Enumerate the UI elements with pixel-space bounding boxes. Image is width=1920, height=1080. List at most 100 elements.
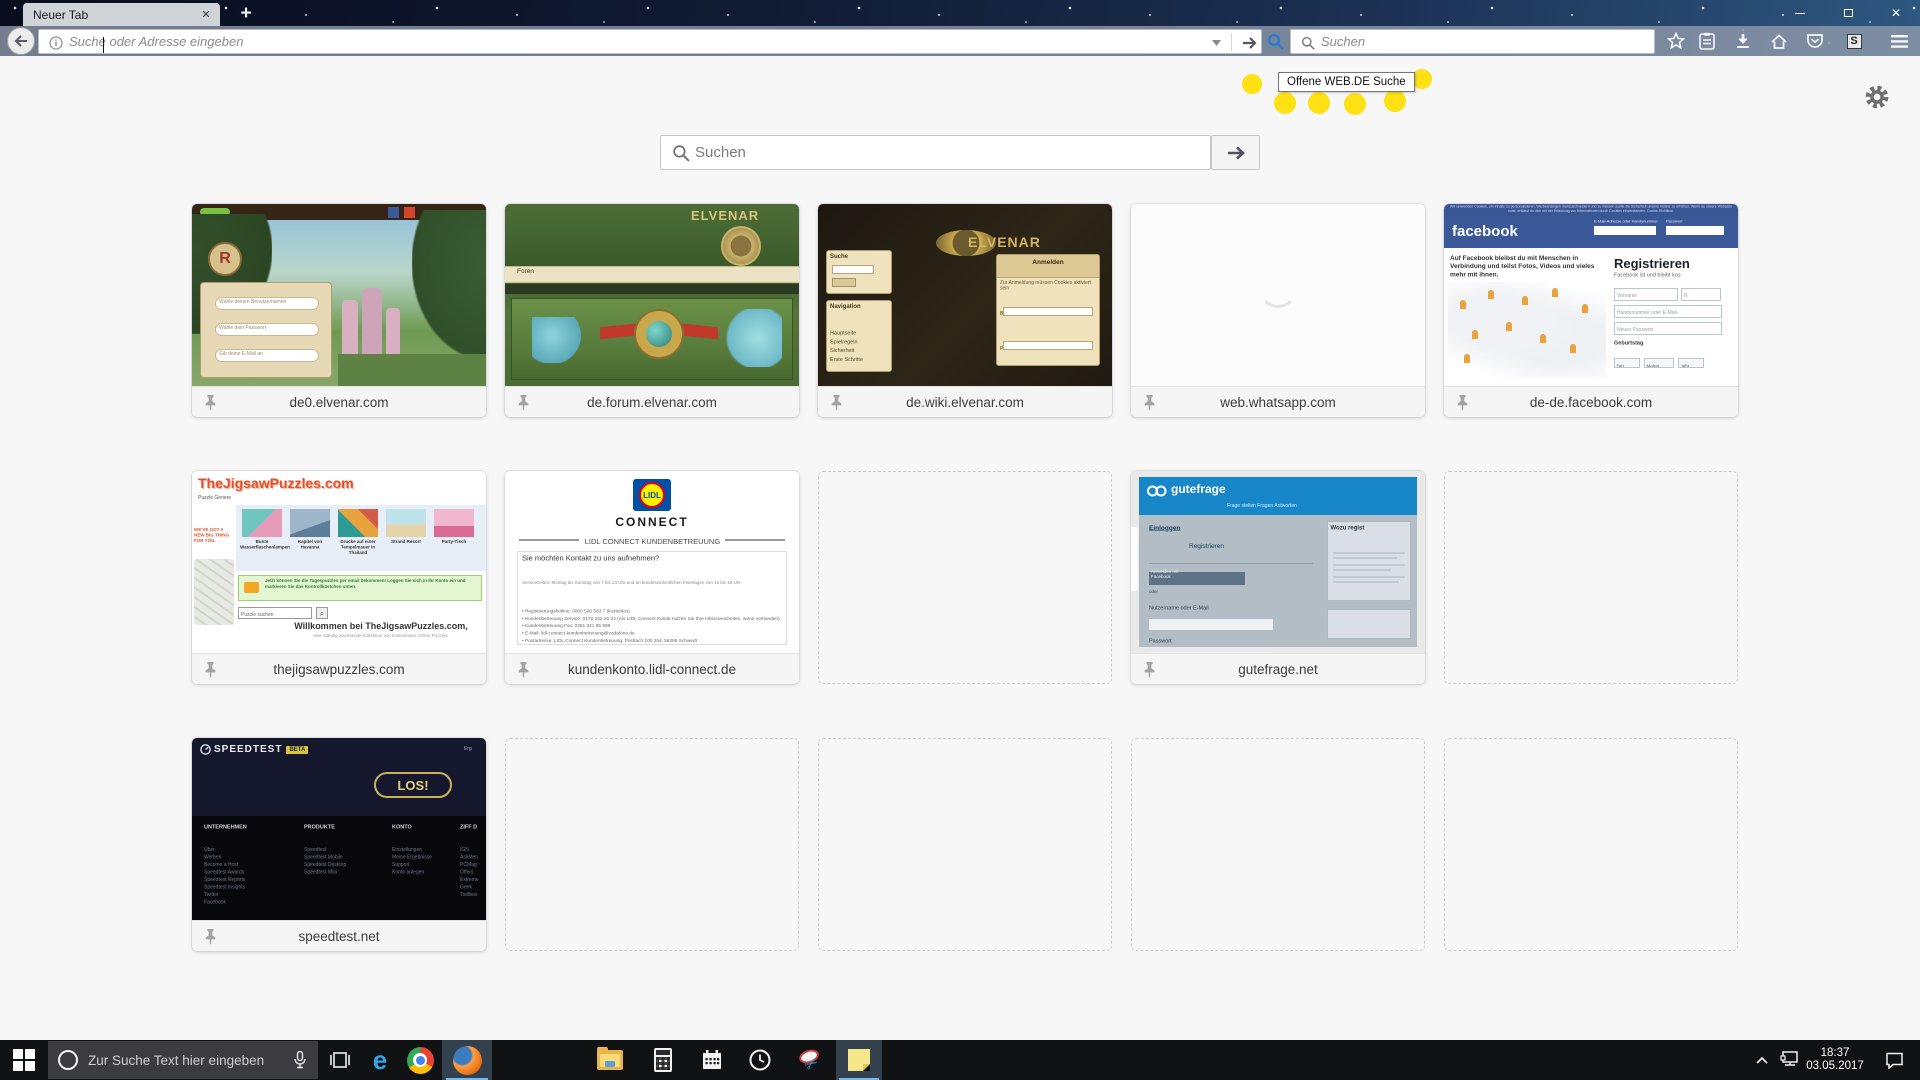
url-input[interactable] bbox=[69, 30, 1199, 53]
thumb-fb-logo: facebook bbox=[1452, 223, 1518, 240]
tile-label-bar: de.forum.elvenar.com bbox=[505, 386, 799, 417]
newtab-search-box[interactable] bbox=[660, 135, 1211, 170]
map-person bbox=[1506, 322, 1512, 331]
newtab-search-input[interactable] bbox=[695, 136, 1195, 169]
snipping-tool-taskbar-icon[interactable]: ✂ bbox=[788, 1040, 832, 1080]
top-sites-grid: R Wähle deinen Benutzernamen Wähle dein … bbox=[192, 204, 1738, 951]
new-tab-button[interactable]: + bbox=[234, 3, 258, 25]
topsite-tile-elvenar-wiki[interactable]: ELVENAR Suche Navigation Hauptseite Spie… bbox=[818, 204, 1112, 417]
clock-icon bbox=[748, 1048, 772, 1072]
thumb-logo-text: TheJigsawPuzzles.com bbox=[198, 475, 354, 491]
topsite-tile-facebook[interactable]: Wir verwenden Cookies, um Inhalte zu per… bbox=[1444, 204, 1738, 417]
pin-icon[interactable] bbox=[1144, 662, 1155, 683]
topsite-tile-whatsapp[interactable]: web.whatsapp.com bbox=[1131, 204, 1425, 417]
thumb-fb-pass-input bbox=[1666, 226, 1724, 235]
empty-tile-slot bbox=[1444, 738, 1738, 951]
map-person bbox=[1472, 330, 1478, 339]
search-icon bbox=[1299, 30, 1317, 55]
sticky-notes-taskbar-icon[interactable] bbox=[836, 1040, 882, 1080]
calendar-icon bbox=[701, 1049, 723, 1071]
calendar-taskbar-icon[interactable] bbox=[690, 1040, 734, 1080]
address-bar[interactable] bbox=[38, 29, 1262, 54]
gf-header: gutefrage Frage stellen Fragen Antworten bbox=[1139, 477, 1417, 515]
start-button[interactable] bbox=[0, 1040, 48, 1080]
back-button[interactable] bbox=[7, 27, 35, 55]
pin-icon[interactable] bbox=[205, 929, 216, 950]
downloads-icon[interactable] bbox=[1728, 26, 1758, 56]
session-addon-icon[interactable]: S bbox=[1839, 26, 1869, 56]
speedtest-footer: UNTERNEHMEN Über Werben Become a Host Sp… bbox=[192, 816, 486, 920]
topsite-tile-gutefrage[interactable]: gutefrage Frage stellen Fragen Antworten… bbox=[1131, 471, 1425, 684]
tile-label-bar: thejigsawpuzzles.com bbox=[192, 653, 486, 684]
alarms-taskbar-icon[interactable] bbox=[738, 1040, 782, 1080]
firefox-taskbar-icon[interactable] bbox=[442, 1040, 492, 1080]
tray-clock[interactable]: 18:37 03.05.2017 bbox=[1794, 1040, 1876, 1080]
map-person bbox=[1460, 300, 1466, 309]
topsite-tile-lidl[interactable]: LIDL CONNECT LIDL CONNECT KUNDENBETREUUN… bbox=[505, 471, 799, 684]
gf-login-panel: Einloggen Registrieren Anmelden mit Face… bbox=[1149, 523, 1319, 641]
browser-titlebar: Neuer Tab ✕ + ✕ bbox=[0, 0, 1920, 56]
gf-scroll-fragment bbox=[1131, 527, 1138, 591]
thumb-puzzle-search: Puzzle suchen bbox=[238, 607, 312, 619]
window-minimize-button[interactable] bbox=[1776, 0, 1824, 26]
minimize-icon bbox=[1795, 13, 1805, 14]
tile-label-bar: kundenkonto.lidl-connect.de bbox=[505, 653, 799, 684]
action-center-button[interactable] bbox=[1876, 1040, 1912, 1080]
site-label: de-de.facebook.com bbox=[1444, 395, 1738, 410]
window-maximize-button[interactable] bbox=[1824, 0, 1872, 26]
gallery-pic bbox=[290, 509, 330, 537]
pin-icon[interactable] bbox=[831, 395, 842, 416]
pin-icon[interactable] bbox=[1457, 395, 1468, 416]
page-info-icon[interactable] bbox=[47, 30, 65, 55]
topsite-tile-speedtest[interactable]: SPEEDTEST BETA Erg LOS! UNTERNEHMEN Über… bbox=[192, 738, 486, 951]
topsite-tile-elvenar[interactable]: R Wähle deinen Benutzernamen Wähle dein … bbox=[192, 204, 486, 417]
gutefrage-logo-icon bbox=[1147, 485, 1167, 497]
pin-icon[interactable] bbox=[518, 395, 529, 416]
tab-close-icon[interactable]: ✕ bbox=[198, 7, 214, 23]
window-close-button[interactable]: ✕ bbox=[1872, 0, 1920, 26]
newtab-search-go-button[interactable] bbox=[1211, 135, 1260, 170]
bookmarks-library-icon[interactable] bbox=[1692, 26, 1722, 56]
tile-label-bar: speedtest.net bbox=[192, 920, 486, 951]
webde-search-icon[interactable] bbox=[1263, 29, 1288, 54]
bookmark-star-icon[interactable] bbox=[1661, 26, 1691, 56]
search-input[interactable] bbox=[1321, 30, 1621, 53]
newtab-settings-gear-icon[interactable] bbox=[1864, 84, 1890, 110]
topsite-tile-jigsaw[interactable]: TheJigsawPuzzles.com Puzzle Genere Bunte… bbox=[192, 471, 486, 684]
menu-hamburger-icon[interactable] bbox=[1884, 26, 1914, 56]
search-bar[interactable] bbox=[1290, 29, 1655, 54]
site-thumbnail: TheJigsawPuzzles.com Puzzle Genere Bunte… bbox=[192, 471, 486, 653]
chrome-logo bbox=[407, 1047, 434, 1074]
home-icon[interactable] bbox=[1764, 26, 1794, 56]
tooltip: Offene WEB.DE Suche bbox=[1278, 72, 1415, 92]
urlbar-dropdown-icon[interactable] bbox=[1207, 30, 1225, 55]
site-thumbnail: gutefrage Frage stellen Fragen Antworten… bbox=[1131, 471, 1425, 653]
empty-tile-slot bbox=[1444, 471, 1738, 684]
folder-icon bbox=[597, 1050, 623, 1070]
pocket-icon[interactable] bbox=[1800, 26, 1830, 56]
pin-icon[interactable] bbox=[205, 662, 216, 683]
microphone-icon[interactable] bbox=[294, 1051, 306, 1069]
pin-icon[interactable] bbox=[205, 395, 216, 416]
gaze-dot bbox=[1274, 92, 1296, 114]
gallery-pic bbox=[338, 509, 378, 537]
tab-neuer-tab[interactable]: Neuer Tab ✕ bbox=[23, 3, 220, 26]
maximize-icon bbox=[1844, 9, 1853, 17]
gf-page: gutefrage Frage stellen Fragen Antworten… bbox=[1139, 477, 1417, 647]
gaze-dot bbox=[1344, 93, 1366, 115]
thumb-strip bbox=[505, 284, 799, 294]
task-view-button[interactable] bbox=[318, 1040, 362, 1080]
calculator-taskbar-icon[interactable] bbox=[641, 1040, 685, 1080]
gallery-pic bbox=[386, 509, 426, 537]
chrome-taskbar-icon[interactable] bbox=[398, 1040, 442, 1080]
tray-show-hidden-icons[interactable] bbox=[1748, 1040, 1776, 1080]
sticky-note-icon bbox=[848, 1049, 870, 1071]
pin-icon[interactable] bbox=[1144, 395, 1155, 416]
go-button[interactable] bbox=[1237, 30, 1261, 55]
cortana-search-box[interactable]: Zur Suche Text hier eingeben bbox=[48, 1041, 318, 1079]
pin-icon[interactable] bbox=[518, 662, 529, 683]
file-explorer-taskbar-icon[interactable] bbox=[588, 1040, 632, 1080]
thumb-logo-text: ELVENAR bbox=[968, 234, 1041, 250]
topsite-tile-elvenar-forum[interactable]: ELVENAR Foren bbox=[505, 204, 799, 417]
edge-taskbar-icon[interactable]: e bbox=[358, 1040, 402, 1080]
